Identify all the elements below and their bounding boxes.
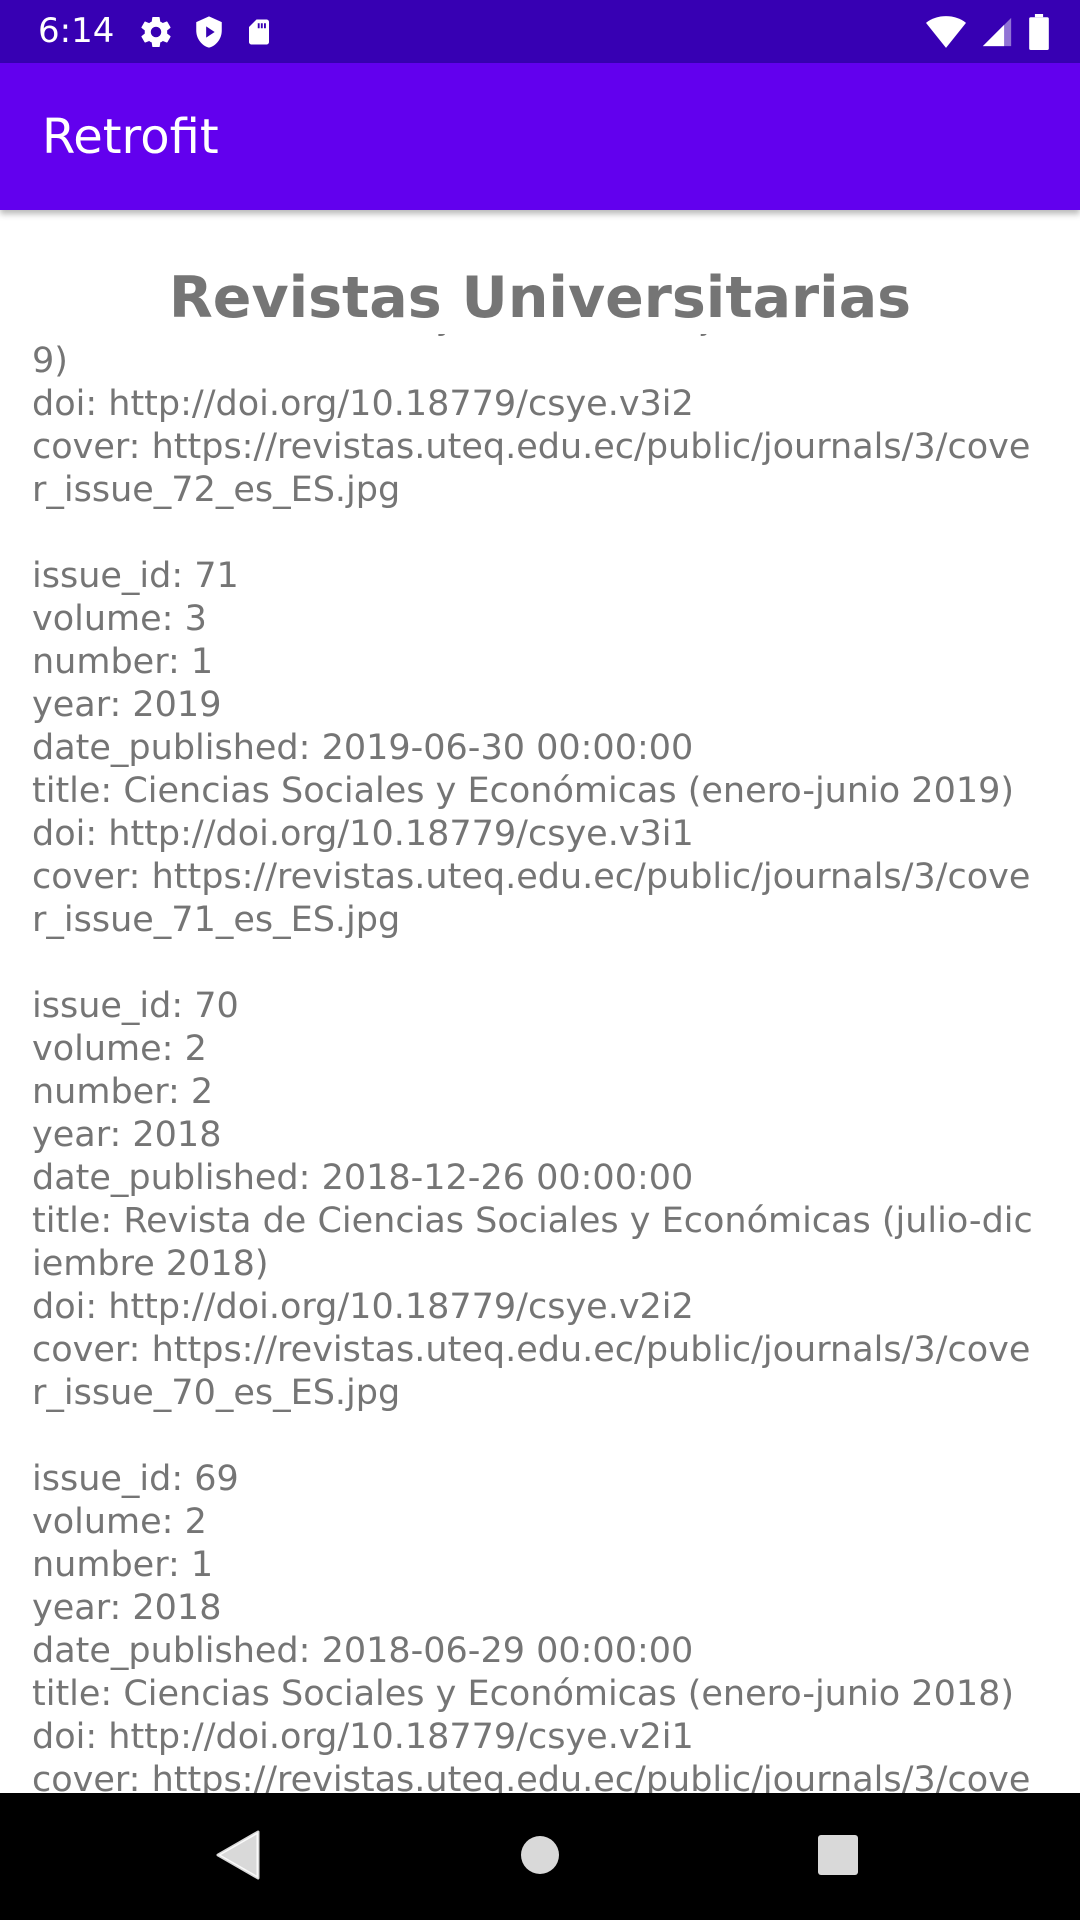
- battery-icon: [1028, 14, 1050, 50]
- recents-button[interactable]: [798, 1815, 878, 1895]
- navigation-bar: [0, 1793, 1080, 1920]
- home-button[interactable]: [500, 1815, 580, 1895]
- app-title: Retrofit: [42, 109, 219, 165]
- status-bar: 6:14: [0, 0, 1080, 63]
- recents-icon: [818, 1835, 858, 1875]
- status-icons-left: [138, 14, 274, 50]
- cell-signal-icon: [980, 15, 1014, 49]
- back-button[interactable]: [198, 1815, 278, 1895]
- home-icon: [521, 1836, 559, 1874]
- page-heading: Revistas Universitarias: [168, 265, 912, 331]
- wifi-icon: [926, 15, 966, 49]
- status-time: 6:14: [38, 11, 115, 51]
- gear-icon: [138, 14, 174, 50]
- issues-scroll-view[interactable]: title: Ciencias Sociales y Económicas (j…: [0, 334, 1080, 1793]
- sd-card-icon: [244, 14, 274, 50]
- back-icon: [216, 1830, 260, 1880]
- app-bar: Retrofit: [0, 63, 1080, 210]
- main-content: Revistas Universitarias title: Ciencias …: [0, 210, 1080, 1793]
- shield-icon: [192, 14, 226, 50]
- status-icons-right: [926, 14, 1050, 50]
- issues-list-text: title: Ciencias Sociales y Económicas (j…: [32, 334, 1039, 1793]
